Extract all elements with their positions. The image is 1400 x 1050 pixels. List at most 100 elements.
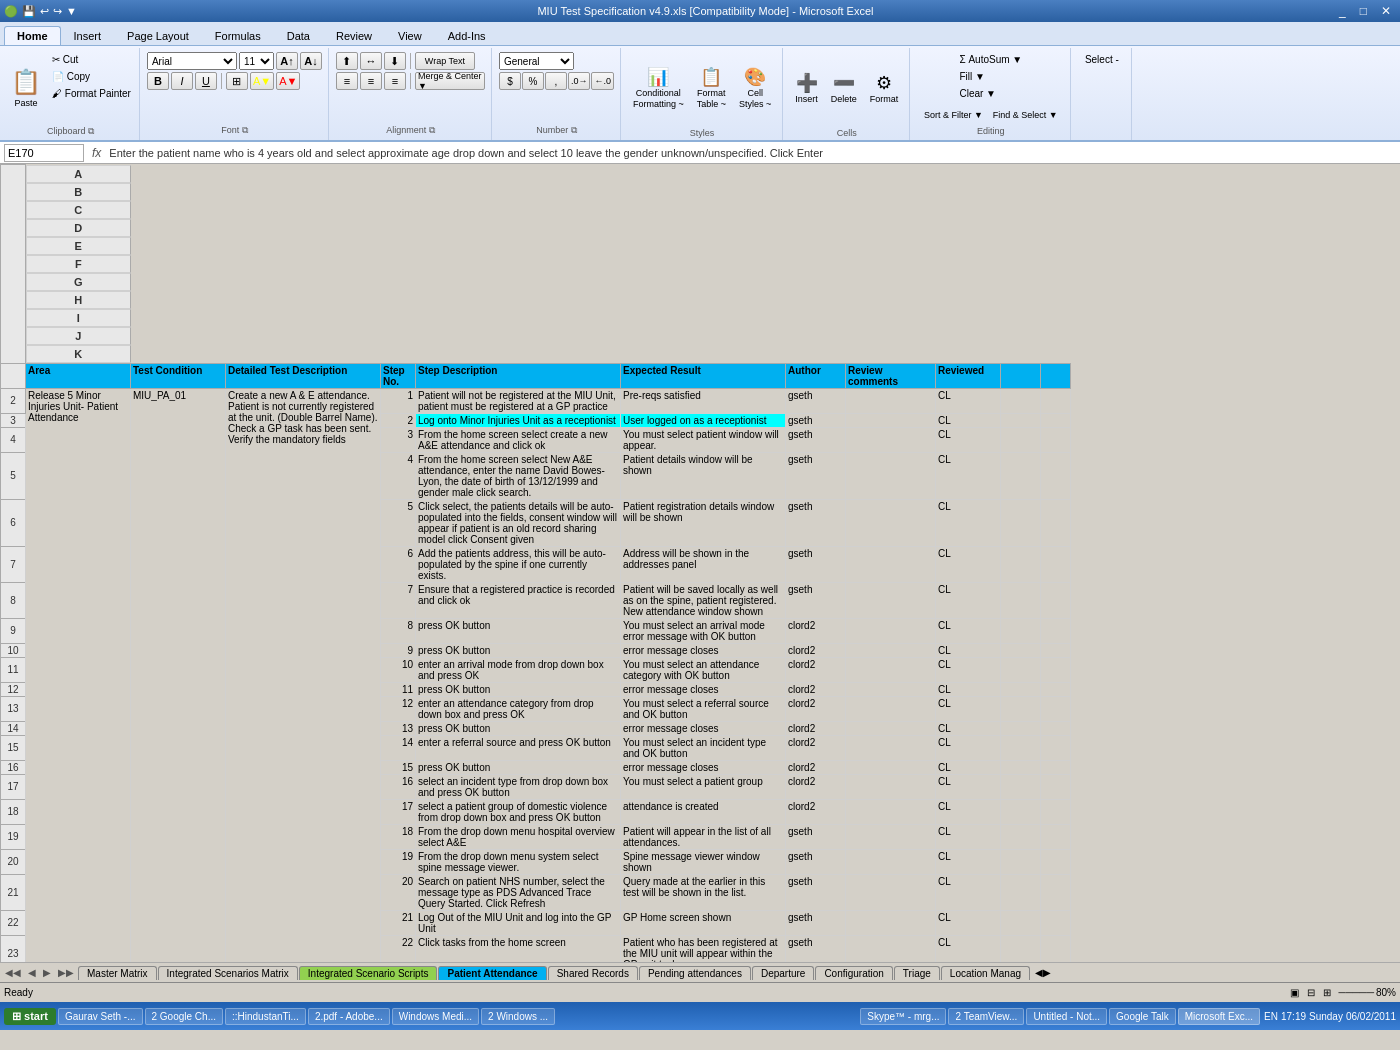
quick-access-undo[interactable]: ↩ — [40, 5, 49, 18]
cell-f17[interactable]: You must select a patient group — [621, 774, 786, 799]
cell-i10[interactable]: CL — [936, 643, 1001, 657]
cell-styles-button[interactable]: 🎨 CellStyles ~ — [734, 52, 776, 124]
cell-k18[interactable] — [1041, 799, 1071, 824]
cell-e12[interactable]: press OK button — [416, 682, 621, 696]
cell-k15[interactable] — [1041, 735, 1071, 760]
close-button[interactable]: ✕ — [1376, 4, 1396, 18]
taskbar-item-5[interactable]: Windows Medi... — [392, 1008, 479, 1025]
cell-k13[interactable] — [1041, 696, 1071, 721]
taskbar-item-6[interactable]: 2 Windows ... — [481, 1008, 555, 1025]
cell-k17[interactable] — [1041, 774, 1071, 799]
align-left-btn[interactable]: ≡ — [336, 72, 358, 90]
cell-h23[interactable] — [846, 935, 936, 962]
cell-k8[interactable] — [1041, 582, 1071, 618]
view-preview-btn[interactable]: ⊞ — [1323, 987, 1331, 998]
cell-h3[interactable] — [846, 413, 936, 427]
cell-e4[interactable]: From the home screen select create a new… — [416, 427, 621, 452]
cell-j15[interactable] — [1001, 735, 1041, 760]
cell-d23[interactable]: 22 — [381, 935, 416, 962]
cell-i2[interactable]: CL — [936, 388, 1001, 413]
cell-e18[interactable]: select a patient group of domestic viole… — [416, 799, 621, 824]
align-right-btn[interactable]: ≡ — [384, 72, 406, 90]
percent-btn[interactable]: % — [522, 72, 544, 90]
cell-j6[interactable] — [1001, 499, 1041, 546]
format-button[interactable]: ⚙ Format — [865, 52, 904, 124]
cell-d20[interactable]: 19 — [381, 849, 416, 874]
decrease-decimal-btn[interactable]: ←.0 — [591, 72, 614, 90]
cell-f8[interactable]: Patient will be saved locally as well as… — [621, 582, 786, 618]
sheet-scroll-next[interactable]: ▶ — [40, 967, 54, 978]
number-format-select[interactable]: General — [499, 52, 574, 70]
cell-h9[interactable] — [846, 618, 936, 643]
quick-access-redo[interactable]: ↪ — [53, 5, 62, 18]
cell-k10[interactable] — [1041, 643, 1071, 657]
cell-f10[interactable]: error message closes — [621, 643, 786, 657]
cell-i22[interactable]: CL — [936, 910, 1001, 935]
cell-h12[interactable] — [846, 682, 936, 696]
cell-d8[interactable]: 7 — [381, 582, 416, 618]
cell-h8[interactable] — [846, 582, 936, 618]
cell-g14[interactable]: clord2 — [786, 721, 846, 735]
cell-i6[interactable]: CL — [936, 499, 1001, 546]
cell-f12[interactable]: error message closes — [621, 682, 786, 696]
cell-f11[interactable]: You must select an attendance category w… — [621, 657, 786, 682]
cell-i19[interactable]: CL — [936, 824, 1001, 849]
cell-h7[interactable] — [846, 546, 936, 582]
cell-f2[interactable]: Pre-reqs satisfied — [621, 388, 786, 413]
cell-d21[interactable]: 20 — [381, 874, 416, 910]
cell-g7[interactable]: gseth — [786, 546, 846, 582]
cell-i7[interactable]: CL — [936, 546, 1001, 582]
cell-f19[interactable]: Patient will appear in the list of all a… — [621, 824, 786, 849]
cell-f5[interactable]: Patient details window will be shown — [621, 452, 786, 499]
cell-i16[interactable]: CL — [936, 760, 1001, 774]
cell-i12[interactable]: CL — [936, 682, 1001, 696]
cell-h15[interactable] — [846, 735, 936, 760]
cell-k7[interactable] — [1041, 546, 1071, 582]
sheet-tab-location-manag[interactable]: Location Manag — [941, 966, 1030, 980]
sheet-scroll-left[interactable]: ◀◀ — [2, 967, 24, 978]
view-normal-btn[interactable]: ▣ — [1290, 987, 1299, 998]
cell-d15[interactable]: 14 — [381, 735, 416, 760]
find-select-button[interactable]: Find & Select ▼ — [989, 108, 1062, 122]
table-container[interactable]: A B C D E F G H I J K Area T — [0, 164, 1400, 962]
cell-i8[interactable]: CL — [936, 582, 1001, 618]
cell-j10[interactable] — [1001, 643, 1041, 657]
cell-h5[interactable] — [846, 452, 936, 499]
sheet-tab-integrated-scenario-scripts[interactable]: Integrated Scenario Scripts — [299, 966, 438, 980]
cell-k3[interactable] — [1041, 413, 1071, 427]
align-middle-btn[interactable]: ↔ — [360, 52, 382, 70]
cell-d9[interactable]: 8 — [381, 618, 416, 643]
cell-e5[interactable]: From the home screen select New A&E atte… — [416, 452, 621, 499]
cell-g16[interactable]: clord2 — [786, 760, 846, 774]
underline-button[interactable]: U — [195, 72, 217, 90]
border-button[interactable]: ⊞ — [226, 72, 248, 90]
taskbar-tray-skype[interactable]: Skype™ - mrg... — [860, 1008, 946, 1025]
cell-g8[interactable]: gseth — [786, 582, 846, 618]
cell-d18[interactable]: 17 — [381, 799, 416, 824]
cell-j20[interactable] — [1001, 849, 1041, 874]
align-top-btn[interactable]: ⬆ — [336, 52, 358, 70]
cell-i5[interactable]: CL — [936, 452, 1001, 499]
cell-k5[interactable] — [1041, 452, 1071, 499]
cell-e17[interactable]: select an incident type from drop down b… — [416, 774, 621, 799]
cell-reference-box[interactable] — [4, 144, 84, 162]
cell-d12[interactable]: 11 — [381, 682, 416, 696]
cell-d5[interactable]: 4 — [381, 452, 416, 499]
wrap-text-button[interactable]: Wrap Text — [415, 52, 475, 70]
cell-h14[interactable] — [846, 721, 936, 735]
cell-e15[interactable]: enter a referral source and press OK but… — [416, 735, 621, 760]
cell-g21[interactable]: gseth — [786, 874, 846, 910]
cell-g19[interactable]: gseth — [786, 824, 846, 849]
taskbar-item-4[interactable]: 2.pdf - Adobe... — [308, 1008, 390, 1025]
tab-page-layout[interactable]: Page Layout — [114, 26, 202, 45]
tab-addins[interactable]: Add-Ins — [435, 26, 499, 45]
increase-decimal-btn[interactable]: .0→ — [568, 72, 591, 90]
cell-e10[interactable]: press OK button — [416, 643, 621, 657]
cell-j13[interactable] — [1001, 696, 1041, 721]
cell-g17[interactable]: clord2 — [786, 774, 846, 799]
cell-j23[interactable] — [1001, 935, 1041, 962]
align-bottom-btn[interactable]: ⬇ — [384, 52, 406, 70]
cell-d22[interactable]: 21 — [381, 910, 416, 935]
cell-d14[interactable]: 13 — [381, 721, 416, 735]
sheet-scroll-arrows[interactable]: ◀▶ — [1031, 967, 1055, 978]
